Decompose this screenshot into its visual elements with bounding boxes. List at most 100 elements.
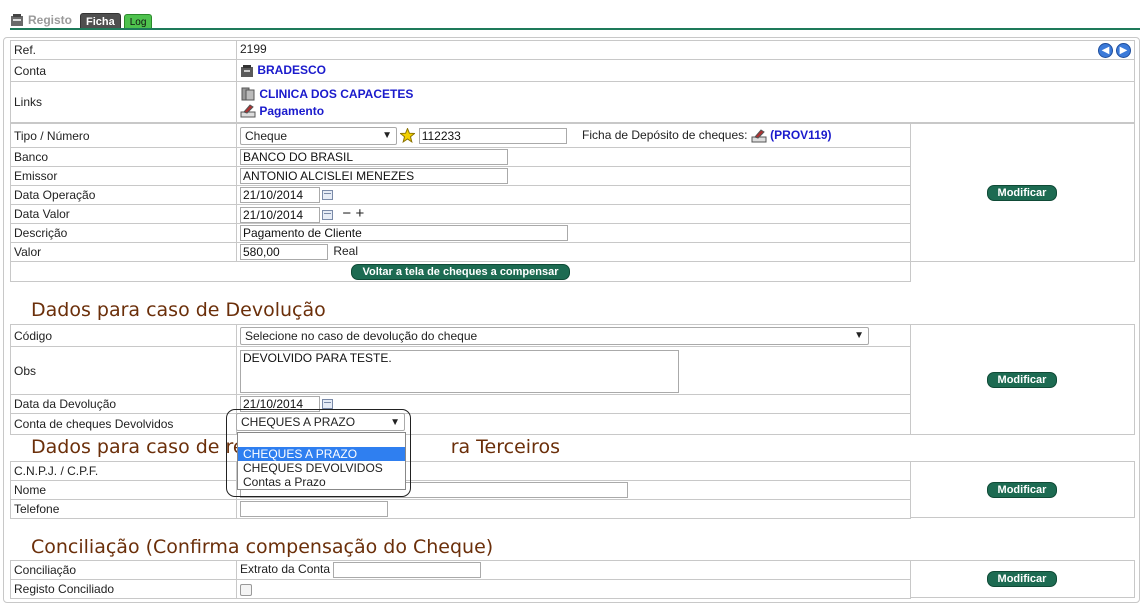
- devolucao-title: Dados para caso de Devolução: [31, 299, 326, 321]
- tab-divider: [10, 28, 1140, 30]
- repasse-title-left: Dados para caso de rep: [31, 436, 257, 458]
- codigo-label: Código: [10, 324, 237, 347]
- cheque-info-table: Ref. 2199 ◀ ▶ Conta BRADESCO Links CLINIC…: [10, 40, 1135, 123]
- modificar-panel-4: Modificar: [910, 560, 1135, 598]
- emissor-label: Emissor: [10, 166, 237, 186]
- telefone-label: Telefone: [10, 499, 237, 519]
- modificar-panel-3: Modificar: [910, 461, 1135, 518]
- modificar-button[interactable]: Modificar: [986, 571, 1058, 587]
- tab-registo[interactable]: Registo: [10, 10, 72, 30]
- data-devolucao-label: Data da Devolução: [10, 394, 237, 414]
- ref-cell: 2199 ◀ ▶: [236, 40, 1135, 60]
- row-banco: Banco BANCO DO BRASIL: [10, 147, 911, 167]
- row-telefone: Telefone: [10, 499, 911, 519]
- conta-devolvidos-label: Conta de cheques Devolvidos: [10, 413, 237, 435]
- conciliado-checkbox[interactable]: [240, 583, 252, 596]
- row-cnpj: C.N.P.J. / C.P.F.: [10, 461, 911, 481]
- data-valor-label: Data Valor: [10, 204, 237, 224]
- row-data-devolucao: Data da Devolução 21/10/2014: [10, 394, 911, 414]
- repasse-table: C.N.P.J. / C.P.F. Nome Telefone: [10, 461, 911, 519]
- nome-label: Nome: [10, 480, 237, 500]
- tab-registo-label: Registo: [28, 13, 73, 27]
- data-operacao-input[interactable]: 21/10/2014: [240, 187, 320, 203]
- voltar-button[interactable]: Voltar a tela de cheques a compensar: [351, 263, 570, 280]
- banco-input[interactable]: BANCO DO BRASIL: [240, 149, 508, 165]
- client-link[interactable]: CLINICA DOS CAPACETES: [259, 87, 413, 101]
- descricao-input[interactable]: Pagamento de Cliente: [240, 225, 568, 241]
- conta-devolvidos-options: CHEQUES A PRAZO CHEQUES DEVOLVIDOS Conta…: [237, 432, 406, 490]
- modificar-panel-2: Modificar: [910, 324, 1135, 435]
- row-conta-devolvidos: Conta de cheques Devolvidos: [10, 413, 911, 435]
- telefone-input[interactable]: [240, 501, 388, 517]
- client-icon: [241, 87, 255, 101]
- back-nav-icon[interactable]: ◀: [1098, 43, 1113, 58]
- conta-link[interactable]: BRADESCO: [257, 63, 326, 77]
- moeda-label: Real: [333, 244, 359, 259]
- emissor-input[interactable]: ANTONIO ALCISLEI MENEZES: [240, 168, 508, 184]
- repasse-title-right: ra Terceiros: [450, 436, 560, 458]
- dropdown-option[interactable]: Contas a Prazo: [238, 475, 405, 489]
- ficha-deposito-link[interactable]: (PROV119): [770, 128, 831, 142]
- row-ref: Ref. 2199 ◀ ▶: [10, 40, 1135, 60]
- ficha-deposito-label: Ficha de Depósito de cheques:: [582, 127, 748, 142]
- payment-link[interactable]: Pagamento: [259, 104, 324, 118]
- plus-button[interactable]: +: [355, 205, 364, 222]
- row-nome: Nome: [10, 480, 911, 500]
- codigo-select-value: Selecione no caso de devolução do cheque: [245, 328, 478, 343]
- chevron-down-icon: ▼: [390, 416, 400, 428]
- modificar-button[interactable]: Modificar: [986, 371, 1058, 388]
- dropdown-option[interactable]: CHEQUES DEVOLVIDOS: [238, 461, 405, 475]
- row-data-operacao: Data Operação 21/10/2014: [10, 185, 911, 205]
- star-icon[interactable]: [400, 128, 416, 143]
- valor-input[interactable]: 580,00: [240, 244, 328, 260]
- data-valor-input[interactable]: 21/10/2014: [240, 206, 320, 223]
- minus-button[interactable]: −: [342, 205, 351, 222]
- descricao-label: Descrição: [10, 223, 237, 243]
- chevron-down-icon: ▼: [854, 330, 864, 341]
- row-tipo: Tipo / Número Cheque ▼ 112233 Ficha de De…: [10, 123, 911, 148]
- modificar-button[interactable]: Modificar: [986, 481, 1058, 498]
- cheque-details-table: Tipo / Número Cheque ▼ 112233 Ficha de De…: [10, 123, 911, 282]
- dropdown-spacer: [238, 433, 405, 447]
- codigo-select[interactable]: Selecione no caso de devolução do cheque…: [240, 326, 869, 345]
- numero-input[interactable]: 112233: [418, 127, 567, 144]
- forward-nav-icon[interactable]: ▶: [1116, 43, 1131, 58]
- row-codigo: Código Selecione no caso de devolução do…: [10, 324, 911, 347]
- obs-textarea[interactable]: DEVOLVIDO PARA TESTE.: [240, 349, 679, 393]
- row-voltar: Voltar a tela de cheques a compensar: [10, 261, 911, 282]
- row-valor: Valor 580,00 Real: [10, 242, 911, 262]
- conciliacao-label: Conciliação: [10, 560, 237, 580]
- calendar-icon[interactable]: [322, 190, 333, 200]
- payment-icon: [240, 104, 256, 118]
- bank-icon: [241, 64, 253, 77]
- dropdown-option[interactable]: CHEQUES A PRAZO: [238, 447, 405, 461]
- ref-value: 2199: [240, 42, 267, 56]
- tab-bar: Registo Ficha Log: [10, 8, 153, 30]
- deposit-slip-icon: [751, 128, 767, 142]
- extrato-input[interactable]: [333, 562, 482, 578]
- tipo-label: Tipo / Número: [10, 123, 237, 148]
- modificar-button[interactable]: Modificar: [986, 184, 1058, 201]
- links-label: Links: [10, 81, 237, 123]
- conta-label: Conta: [10, 59, 237, 82]
- row-obs: Obs DEVOLVIDO PARA TESTE.: [10, 346, 911, 395]
- obs-label: Obs: [10, 346, 237, 395]
- conta-devolvidos-select[interactable]: CHEQUES A PRAZO ▼: [236, 413, 405, 431]
- tipo-select[interactable]: Cheque ▼: [240, 126, 397, 145]
- valor-label: Valor: [10, 242, 237, 262]
- modificar-panel-1: Modificar: [910, 123, 1135, 262]
- tipo-select-value: Cheque: [245, 128, 288, 143]
- calendar-icon[interactable]: [322, 399, 333, 409]
- row-registo-conciliado: Registo Conciliado: [10, 579, 911, 599]
- banco-label: Banco: [10, 147, 237, 167]
- devolucao-table: Código Selecione no caso de devolução do…: [10, 324, 911, 435]
- calendar-icon[interactable]: [322, 209, 333, 220]
- row-conta: Conta BRADESCO: [10, 59, 1135, 82]
- conciliacao-title: Conciliação (Confirma compensação do Che…: [31, 536, 494, 558]
- extrato-label: Extrato da Conta: [240, 562, 331, 577]
- row-data-valor: Data Valor 21/10/2014 − +: [10, 204, 911, 224]
- row-conciliacao: Conciliação Extrato da Conta: [10, 560, 911, 580]
- register-icon: [11, 13, 23, 26]
- data-operacao-label: Data Operação: [10, 185, 237, 205]
- row-descricao: Descrição Pagamento de Cliente: [10, 223, 911, 243]
